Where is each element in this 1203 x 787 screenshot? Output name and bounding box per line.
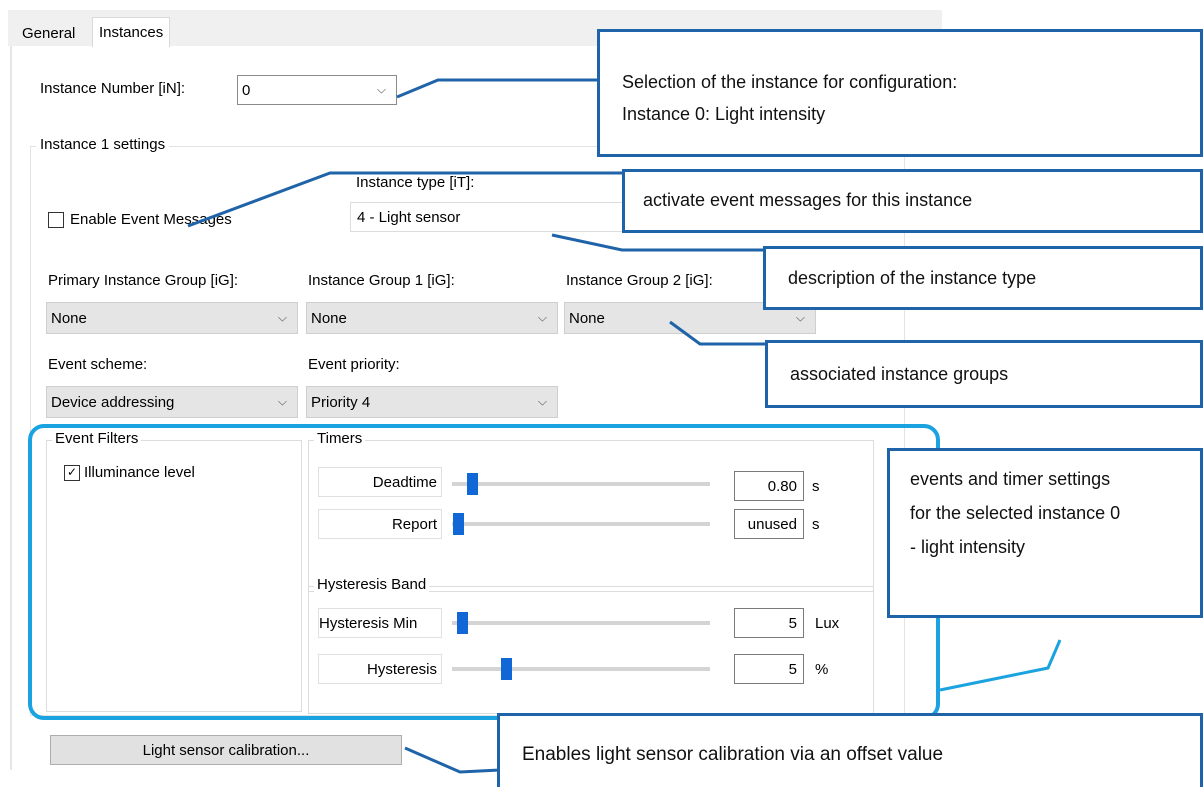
callout-events-timers-line2: for the selected instance 0 bbox=[910, 503, 1121, 523]
connector-groups bbox=[669, 320, 765, 346]
connector-event-messages bbox=[187, 171, 625, 228]
connector-events-timers bbox=[939, 639, 1062, 692]
callout-groups: associated instance groups bbox=[765, 340, 1203, 408]
callout-calibration: Enables light sensor calibration via an … bbox=[497, 713, 1203, 787]
callout-instance-type-text: description of the instance type bbox=[788, 268, 1037, 288]
connector-calibration bbox=[404, 746, 501, 774]
callout-events-timers: events and timer settings for the select… bbox=[887, 448, 1203, 618]
callout-events-timers-line1: events and timer settings bbox=[910, 469, 1111, 489]
connector-instance-number bbox=[396, 78, 598, 99]
callout-event-messages-text: activate event messages for this instanc… bbox=[643, 190, 973, 210]
callout-instance-type: description of the instance type bbox=[763, 246, 1203, 310]
callout-instance-selection-line2: Instance 0: Light intensity bbox=[622, 104, 826, 124]
callout-groups-text: associated instance groups bbox=[790, 364, 1009, 384]
callout-event-messages: activate event messages for this instanc… bbox=[622, 169, 1203, 233]
callout-events-timers-line3: - light intensity bbox=[910, 537, 1026, 557]
connector-instance-type bbox=[551, 233, 765, 252]
callout-instance-selection-line1: Selection of the instance for configurat… bbox=[622, 72, 958, 92]
callout-calibration-text: Enables light sensor calibration via an … bbox=[522, 744, 944, 765]
callout-instance-selection: Selection of the instance for configurat… bbox=[597, 29, 1203, 157]
